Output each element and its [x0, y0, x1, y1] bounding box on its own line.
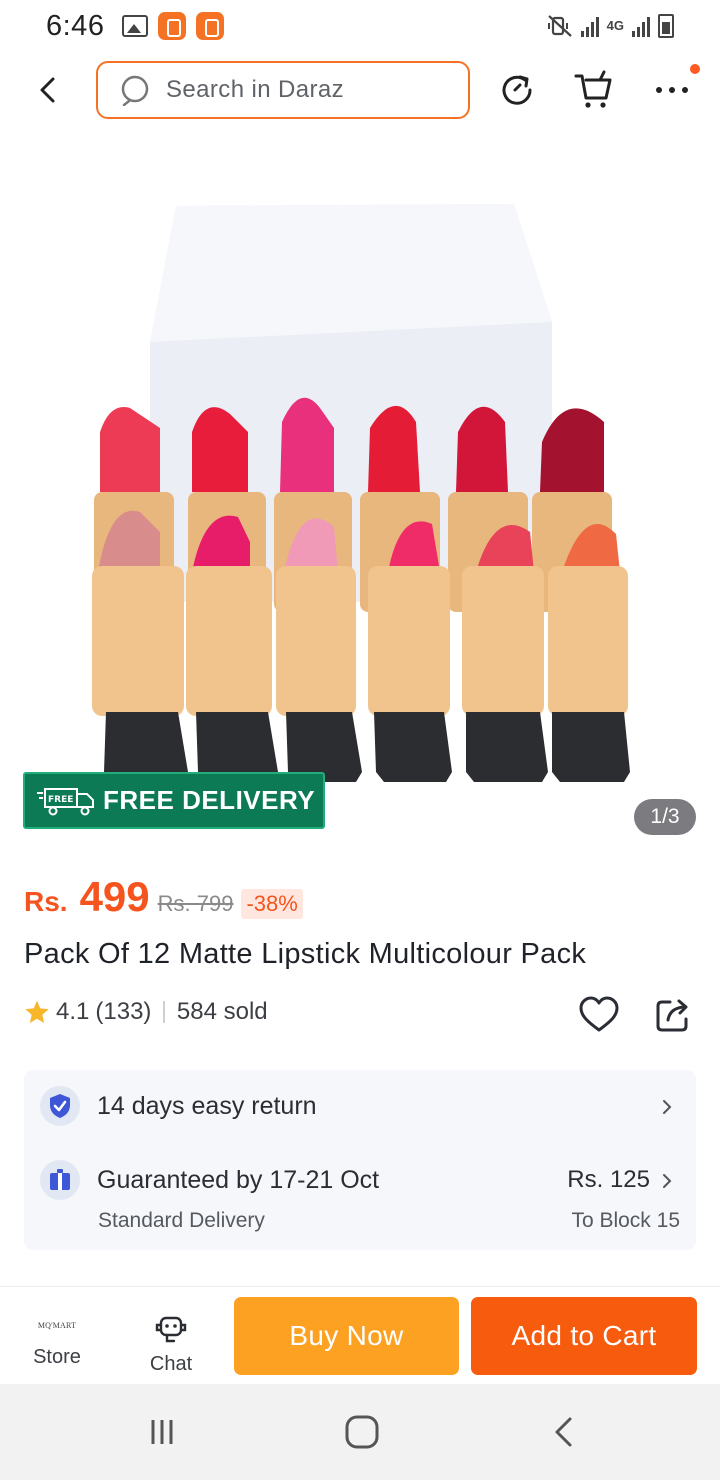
heart-icon	[579, 996, 619, 1032]
delivery-row[interactable]: Guaranteed by 17-21 Oct Standard Deliver…	[24, 1148, 696, 1248]
top-nav: Search in Daraz	[0, 58, 720, 122]
mute-vibrate-icon	[547, 15, 572, 37]
gallery-icon	[122, 15, 149, 37]
daraz-app-icon	[158, 12, 187, 40]
free-delivery-label: FREE DELIVERY	[103, 785, 316, 815]
delivery-badge	[40, 1160, 80, 1200]
status-bar: 6:46 4G	[0, 0, 720, 52]
back-icon	[40, 77, 55, 103]
chevron-right-icon	[663, 1174, 672, 1188]
chat-label: Chat	[149, 1353, 193, 1375]
sold-count: 584 sold	[176, 998, 268, 1025]
recent-apps-button[interactable]	[142, 1412, 182, 1452]
recent-apps-icon	[151, 1420, 173, 1444]
chat-button[interactable]: Chat	[128, 1293, 214, 1379]
currency: Rs.	[24, 886, 68, 917]
back-button[interactable]	[30, 72, 66, 108]
product-image	[0, 132, 720, 852]
system-back-icon	[555, 1417, 572, 1447]
more-icon	[656, 87, 688, 93]
delivery-location: To Block 15	[571, 1209, 680, 1232]
price-row: Rs. 499 Rs. 799 -38%	[24, 873, 303, 929]
share-icon	[656, 999, 688, 1032]
divider	[163, 1001, 165, 1023]
rating-row[interactable]: 4.1 (133) 584 sold	[24, 998, 268, 1026]
wishlist-button[interactable]	[578, 994, 620, 1036]
store-label: Store	[33, 1346, 81, 1368]
star-icon	[25, 1000, 49, 1024]
store-logo: MQ'MART	[37, 1321, 77, 1330]
cart-icon	[574, 70, 612, 108]
history-button[interactable]	[498, 70, 538, 110]
delivery-info-card: 14 days easy return Guaranteed by 17-21 …	[24, 1070, 696, 1250]
free-delivery-badge: FREE FREE DELIVERY	[23, 772, 325, 829]
return-policy-text: 14 days easy return	[97, 1092, 317, 1120]
chat-bot-icon	[155, 1316, 187, 1343]
guarantee-text: Guaranteed by 17-21 Oct	[97, 1166, 380, 1194]
original-price: Rs. 799	[157, 891, 234, 916]
home-icon	[345, 1415, 379, 1449]
share-button[interactable]	[652, 994, 694, 1036]
truck-free-text: FREE	[48, 795, 73, 805]
return-badge	[40, 1086, 80, 1126]
image-page-indicator: 1/3	[634, 799, 696, 835]
search-placeholder: Search in Daraz	[166, 76, 345, 103]
signal-icon	[632, 15, 650, 37]
search-icon	[121, 75, 149, 106]
rating-count: (133)	[95, 998, 152, 1025]
battery-charging-icon	[658, 14, 674, 38]
delivery-fee: Rs. 125	[567, 1166, 650, 1193]
daraz-app-icon	[196, 12, 225, 40]
delivery-method: Standard Delivery	[98, 1209, 265, 1232]
status-time: 6:46	[46, 9, 105, 42]
system-back-button[interactable]	[544, 1412, 584, 1452]
chevron-right-icon	[663, 1100, 672, 1114]
product-image-gallery[interactable]: FREE FREE DELIVERY 1/3	[0, 132, 720, 852]
signal-icon	[580, 15, 599, 37]
product-title: Pack Of 12 Matte Lipstick Multicolour Pa…	[24, 938, 587, 970]
history-icon	[502, 75, 532, 105]
package-icon	[50, 1169, 70, 1190]
rating-value: 4.1	[56, 998, 90, 1025]
network-type: 4G	[606, 18, 624, 33]
discount-badge: -38%	[241, 889, 303, 919]
store-button[interactable]: MQ'MART Store	[14, 1293, 100, 1379]
search-input[interactable]: Search in Daraz	[96, 61, 470, 119]
return-policy-row[interactable]: 14 days easy return	[24, 1070, 696, 1142]
shield-check-icon	[50, 1094, 70, 1118]
cart-button[interactable]	[574, 70, 614, 110]
notification-dot	[690, 64, 700, 74]
add-to-cart-button[interactable]: Add to Cart	[471, 1297, 697, 1375]
home-button[interactable]	[342, 1412, 382, 1452]
bottom-action-bar: MQ'MART Store Chat Buy Now Add to Cart	[0, 1286, 720, 1384]
buy-now-button[interactable]: Buy Now	[234, 1297, 459, 1375]
delivery-truck-icon: FREE	[37, 787, 94, 815]
more-button[interactable]	[652, 64, 700, 110]
system-navigation-bar	[0, 1384, 720, 1480]
current-price: 499	[79, 873, 150, 920]
